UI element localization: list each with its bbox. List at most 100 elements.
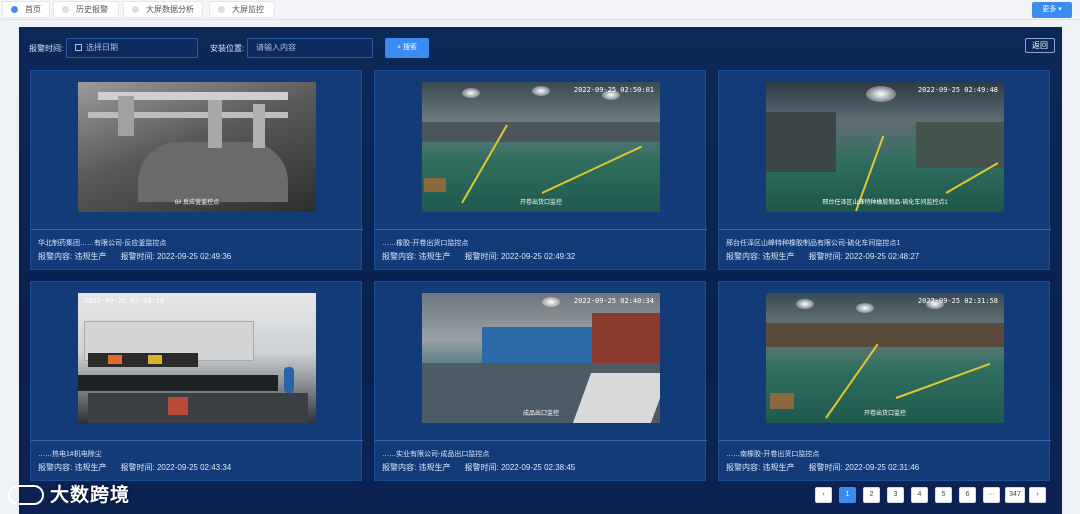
content-label: 报警内容:: [726, 463, 761, 472]
active-dot-icon: [11, 6, 18, 13]
content-label: 报警内容:: [382, 252, 417, 261]
tab-alarm-history[interactable]: 历史报警: [53, 1, 119, 18]
camera-snapshot[interactable]: 2022-09-25 02:48:18: [78, 293, 316, 423]
tab-big-screen-monitor[interactable]: 大屏监控: [209, 1, 275, 18]
alarm-time: 2022-09-25 02:31:46: [844, 463, 920, 472]
page-button[interactable]: 3: [887, 487, 904, 503]
tab-label: 首页: [25, 5, 41, 14]
screen: [108, 355, 122, 364]
dot-icon: [218, 6, 225, 13]
card-title: ……实业有限公司-成品出口监控点: [382, 451, 490, 458]
card-meta: 报警内容: 违规生产 报警时间: 2022-09-25 02:48:27: [726, 251, 919, 262]
time-label: 报警时间:: [808, 463, 843, 472]
page-button[interactable]: 6: [959, 487, 976, 503]
last-page-button[interactable]: 347: [1005, 487, 1025, 503]
camera-snapshot[interactable]: 2022-09-25 02:40:34 成品出口监控: [422, 293, 660, 423]
page-button[interactable]: 5: [935, 487, 952, 503]
valve-shape: [118, 96, 134, 136]
floor-line: [541, 145, 643, 194]
machine-row: [916, 122, 1004, 168]
more-button[interactable]: 更多 ▾: [1032, 2, 1072, 18]
ceiling-light: [542, 297, 560, 307]
tab-label: 大屏监控: [232, 5, 264, 14]
alarm-content: 违规生产: [418, 252, 451, 261]
overlay-timestamp: 2022-09-25 02:49:48: [917, 86, 998, 94]
location-input[interactable]: 请输入内容: [247, 38, 373, 58]
date-placeholder: 选择日期: [86, 43, 118, 52]
dot-icon: [132, 6, 139, 13]
valve-shape: [208, 100, 222, 148]
divider: [375, 229, 707, 230]
next-page-button[interactable]: ›: [1029, 487, 1046, 503]
tab-data-analysis[interactable]: 大屏数据分析: [123, 1, 203, 18]
divider: [719, 440, 1051, 441]
back-button[interactable]: 返回: [1025, 38, 1055, 53]
alarm-content: 违规生产: [762, 463, 795, 472]
screen: [148, 355, 162, 364]
card-meta: 报警内容: 违规生产 报警时间: 2022-09-25 02:38:45: [382, 462, 575, 473]
page-button[interactable]: 4: [911, 487, 928, 503]
chair: [168, 397, 188, 415]
ceiling-light: [462, 88, 480, 98]
alarm-content: 违规生产: [74, 252, 107, 261]
location-placeholder: 请输入内容: [256, 43, 296, 52]
valve-shape: [253, 104, 265, 148]
ceiling-light: [866, 86, 896, 102]
alarm-card[interactable]: 2022-09-25 02:49:48 邢台任泽区山峰特种橡胶制品-硫化车间监控…: [718, 70, 1051, 270]
floor: [88, 393, 308, 423]
more-pages-button[interactable]: ···: [983, 487, 1000, 503]
tab-home[interactable]: 首页: [2, 1, 50, 18]
location-label: 安装位置:: [210, 44, 245, 53]
divider: [31, 229, 363, 230]
logo-icon: [8, 485, 44, 505]
prev-page-button[interactable]: ‹: [815, 487, 832, 503]
tank-shape: [138, 142, 288, 202]
time-label: 报警时间:: [120, 252, 155, 261]
alarm-card[interactable]: 2022-09-25 02:50:01 开卷出货口监控 ……橡胶-开卷出货口监控…: [374, 70, 707, 270]
page-button[interactable]: 2: [863, 487, 880, 503]
card-meta: 报警内容: 违规生产 报警时间: 2022-09-25 02:31:46: [726, 462, 919, 473]
console: [78, 375, 278, 391]
back-button-label: 返回: [1032, 41, 1048, 50]
overlay-caption: 6# 反应釜监控点: [174, 200, 220, 206]
page-button[interactable]: 1: [839, 487, 856, 503]
search-icon: ⌕: [397, 44, 401, 51]
camera-snapshot[interactable]: 2022-09-25 02:31:58 开卷出货口监控: [766, 293, 1004, 423]
tab-label: 大屏数据分析: [146, 5, 194, 14]
ceiling-light: [856, 303, 874, 313]
alarm-time: 2022-09-25 02:49:36: [156, 252, 232, 261]
overlay-timestamp: 2022-09-25 02:50:01: [573, 86, 654, 94]
alarm-time: 2022-09-25 02:48:27: [844, 252, 920, 261]
divider: [719, 229, 1051, 230]
alarm-card[interactable]: 2022-09-25 02:40:34 成品出口监控 ……实业有限公司-成品出口…: [374, 281, 707, 481]
search-button-label: 搜索: [402, 44, 417, 51]
divider: [31, 440, 363, 441]
ceiling-light: [532, 86, 550, 96]
operator: [284, 367, 294, 393]
date-picker[interactable]: 选择日期: [66, 38, 198, 58]
search-button[interactable]: ⌕ 搜索: [385, 38, 429, 58]
pagination: ‹ 1 2 3 4 5 6 ··· 347 ›: [815, 487, 1047, 503]
card-meta: 报警内容: 违规生产 报警时间: 2022-09-25 02:43:34: [38, 462, 231, 473]
alarm-card[interactable]: 2022-09-25 02:48:18 ……热电1#机电除尘 报警内容: 违规生…: [30, 281, 363, 481]
alarm-card[interactable]: 6# 反应釜监控点 华北制药集团……有限公司-反应釜监控点 报警内容: 违规生产…: [30, 70, 363, 270]
camera-snapshot[interactable]: 2022-09-25 02:49:48 邢台任泽区山峰特种橡胶制品-硫化车间监控…: [766, 82, 1004, 212]
camera-snapshot[interactable]: 2022-09-25 02:50:01 开卷出货口监控: [422, 82, 660, 212]
alarm-content: 违规生产: [418, 463, 451, 472]
watermark-logo: 大数跨境: [8, 480, 130, 507]
camera-snapshot[interactable]: 6# 反应釜监控点: [78, 82, 316, 212]
time-label: 报警时间:: [120, 463, 155, 472]
time-label: 报警时间:: [808, 252, 843, 261]
alarm-content: 违规生产: [74, 463, 107, 472]
time-label: 报警时间:: [464, 463, 499, 472]
overlay-caption: 开卷出货口监控: [519, 200, 563, 206]
time-label: 报警时间:: [464, 252, 499, 261]
overlay-timestamp: 2022-09-25 02:31:58: [917, 297, 998, 305]
card-meta: 报警内容: 违规生产 报警时间: 2022-09-25 02:49:32: [382, 251, 575, 262]
overlay-caption: 开卷出货口监控: [863, 411, 907, 417]
pallet-shape: [770, 393, 794, 409]
alarm-card[interactable]: 2022-09-25 02:31:58 开卷出货口监控 ……南橡胶-开卷出货口监…: [718, 281, 1051, 481]
card-title: 华北制药集团……有限公司-反应釜监控点: [38, 240, 167, 247]
divider: [375, 440, 707, 441]
card-title: 邢台任泽区山峰特种橡胶制品有限公司-硫化车间监控点1: [726, 240, 901, 247]
